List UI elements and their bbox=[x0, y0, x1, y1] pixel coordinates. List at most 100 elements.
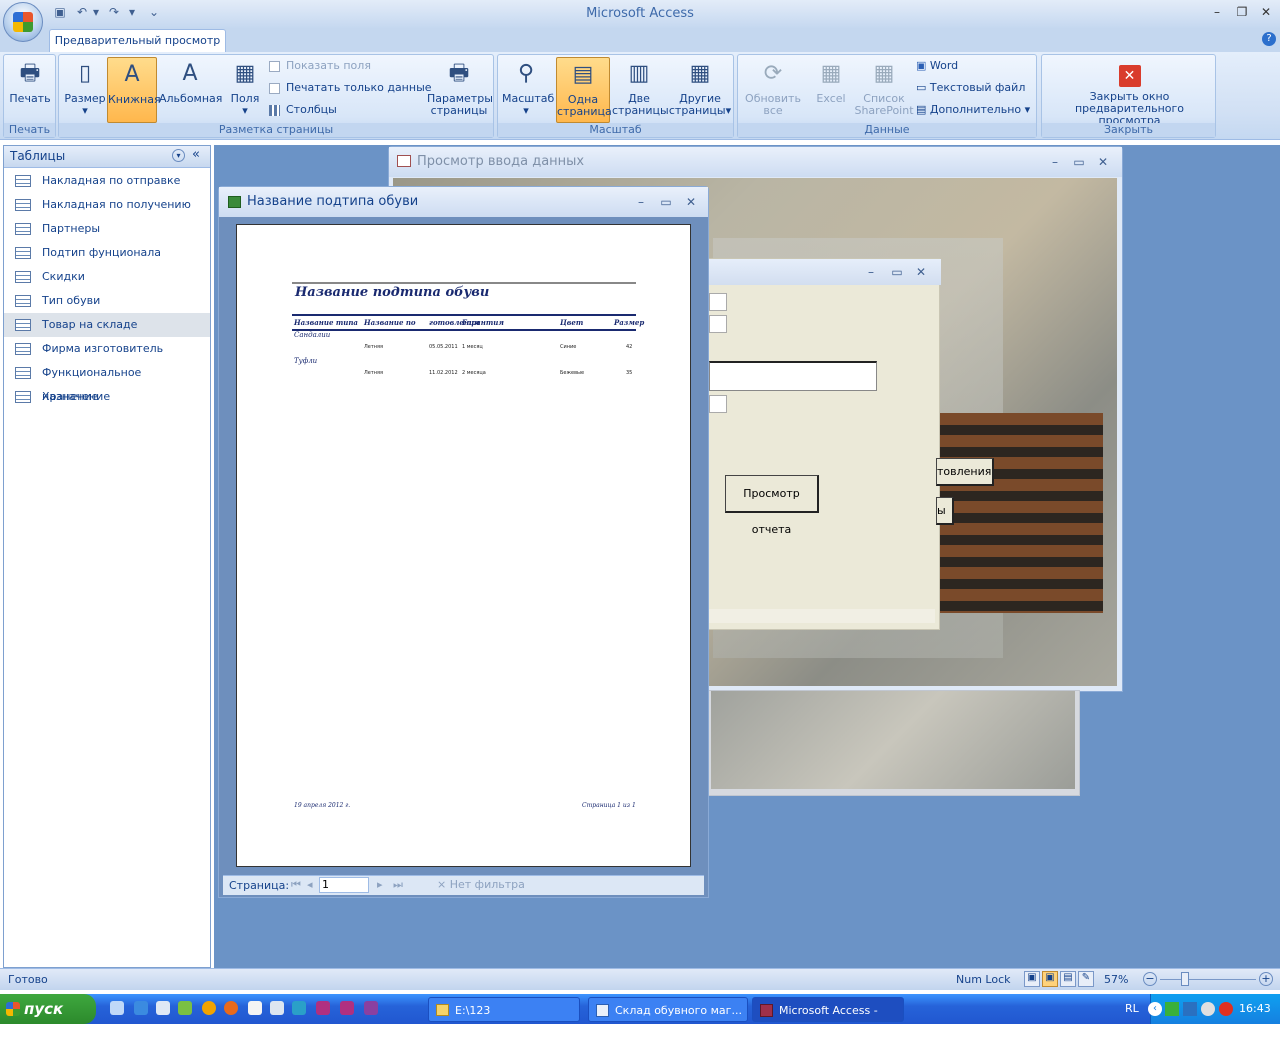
start-button[interactable]: пуск bbox=[0, 994, 96, 1024]
quicklaunch-icon-11[interactable] bbox=[340, 1001, 354, 1015]
nav-item[interactable]: Скидки bbox=[4, 265, 210, 289]
close-icon[interactable]: ✕ bbox=[1257, 5, 1275, 21]
nav-item-label: Накладная по получению bbox=[42, 198, 191, 211]
redo-icon[interactable]: ↷ bbox=[106, 5, 122, 21]
inner-minimize-icon[interactable]: – bbox=[861, 257, 881, 287]
tray-icon-4[interactable] bbox=[1219, 1002, 1233, 1016]
size-button[interactable]: ▯ Размер ▾ bbox=[61, 57, 109, 123]
zoom-slider[interactable] bbox=[1160, 979, 1256, 980]
quicklaunch-icon-12[interactable] bbox=[364, 1001, 378, 1015]
input-field-3[interactable] bbox=[709, 361, 877, 391]
inner-maximize-icon[interactable]: ▭ bbox=[887, 257, 907, 287]
columns-button[interactable]: Столбцы bbox=[269, 101, 337, 119]
close-preview-button[interactable]: ✕ Закрыть окно предварительного просмотра bbox=[1044, 57, 1215, 127]
two-pages-button[interactable]: ▥ Две страницы bbox=[612, 57, 669, 123]
print-preview-view-icon[interactable]: ▣ bbox=[1024, 971, 1040, 987]
taskbar-item-word[interactable]: Склад обувного маг... bbox=[588, 997, 748, 1022]
form-window-title[interactable]: Просмотр ввода данных bbox=[389, 147, 1122, 177]
view-report-button[interactable]: Просмотр отчета bbox=[725, 475, 819, 536]
input-field-2[interactable] bbox=[709, 315, 727, 333]
tray-expand-icon[interactable]: ‹ bbox=[1148, 1002, 1162, 1016]
show-fields-checkbox[interactable]: Показать поля bbox=[269, 57, 371, 75]
report-view-icon[interactable]: ▣ bbox=[1042, 971, 1058, 987]
group-page-layout: ▯ Размер ▾ A Книжная A Альбомная ▦ Поля ▾ Пока… bbox=[58, 54, 494, 138]
minimize-icon[interactable]: – bbox=[1208, 5, 1226, 21]
quicklaunch-icon-10[interactable] bbox=[316, 1001, 330, 1015]
form-minimize-icon[interactable]: – bbox=[1045, 147, 1065, 177]
last-page-icon[interactable]: ⏭ bbox=[393, 878, 403, 892]
zoom-slider-thumb[interactable] bbox=[1181, 972, 1189, 986]
more-pages-button[interactable]: ▦ Другие страницы▾ bbox=[668, 57, 732, 123]
zoom-button[interactable]: ⚲ Масштаб ▾ bbox=[502, 57, 554, 123]
tray-icon-2[interactable] bbox=[1183, 1002, 1197, 1016]
word-export-button[interactable]: ▣ Word bbox=[916, 57, 958, 75]
tray-icon-3[interactable] bbox=[1201, 1002, 1215, 1016]
refresh-all-button[interactable]: ⟳ Обновить все bbox=[742, 57, 804, 123]
office-button[interactable] bbox=[3, 2, 43, 42]
excel-export-button[interactable]: ▦ Excel bbox=[808, 57, 854, 123]
nav-item[interactable]: Хранение bbox=[4, 385, 210, 409]
nav-item[interactable]: Накладная по получению bbox=[4, 193, 210, 217]
form-button-partial[interactable]: ы bbox=[936, 497, 954, 525]
save-icon[interactable]: ▣ bbox=[52, 5, 68, 21]
prev-page-icon[interactable]: ◂ bbox=[307, 878, 313, 891]
nav-header[interactable]: Таблицы ▾ « bbox=[4, 146, 210, 168]
quicklaunch-icon-1[interactable] bbox=[110, 1001, 124, 1015]
help-icon[interactable]: ? bbox=[1262, 32, 1276, 46]
quicklaunch-icon-7[interactable] bbox=[248, 1001, 262, 1015]
manufacturer-button-partial[interactable]: товления bbox=[936, 458, 994, 486]
tray-icon-1[interactable] bbox=[1165, 1002, 1179, 1016]
margins-button[interactable]: ▦ Поля ▾ bbox=[221, 57, 269, 123]
input-field-4[interactable] bbox=[709, 395, 727, 413]
quicklaunch-icon-9[interactable] bbox=[292, 1001, 306, 1015]
one-page-button[interactable]: ▤ Одна страница bbox=[556, 57, 612, 123]
page-setup-button[interactable]: 🖶 Параметры страницы bbox=[427, 57, 493, 123]
zoom-out-icon[interactable]: − bbox=[1143, 972, 1157, 986]
tab-print-preview[interactable]: Предварительный просмотр bbox=[49, 29, 226, 53]
language-indicator[interactable]: RL bbox=[1125, 1002, 1139, 1015]
nav-item[interactable]: Подтип фунционала bbox=[4, 241, 210, 265]
report-close-icon[interactable]: ✕ bbox=[681, 187, 701, 217]
landscape-button[interactable]: A Альбомная bbox=[159, 57, 222, 123]
report-minimize-icon[interactable]: – bbox=[631, 187, 651, 217]
more-export-button[interactable]: ▤ Дополнительно ▾ bbox=[916, 101, 1030, 119]
ie-icon[interactable] bbox=[134, 1001, 148, 1015]
nav-item[interactable]: Товар на складе bbox=[4, 313, 210, 337]
nav-item[interactable]: Накладная по отправке bbox=[4, 169, 210, 193]
form-maximize-icon[interactable]: ▭ bbox=[1069, 147, 1089, 177]
nav-item[interactable]: Тип обуви bbox=[4, 289, 210, 313]
desktop-icon[interactable] bbox=[156, 1001, 170, 1015]
nav-item[interactable]: Партнеры bbox=[4, 217, 210, 241]
design-view-icon[interactable]: ✎ bbox=[1078, 971, 1094, 987]
layout-view-icon[interactable]: ▤ bbox=[1060, 971, 1076, 987]
nav-item[interactable]: Фирма изготовитель bbox=[4, 337, 210, 361]
page-number-input[interactable]: 1 bbox=[319, 877, 369, 893]
portrait-button[interactable]: A Книжная bbox=[107, 57, 161, 123]
quicklaunch-icon-8[interactable] bbox=[270, 1001, 284, 1015]
redo-dropdown-icon[interactable]: ▾ bbox=[124, 5, 140, 21]
nav-menu-icon[interactable]: ▾ bbox=[172, 149, 185, 162]
first-page-icon[interactable]: ⏮ bbox=[291, 878, 301, 892]
nav-item-label: Товар на складе bbox=[42, 318, 138, 331]
text-file-export-button[interactable]: ▭ Текстовый файл bbox=[916, 79, 1025, 97]
collapse-nav-icon[interactable]: « bbox=[192, 147, 200, 162]
report-maximize-icon[interactable]: ▭ bbox=[656, 187, 676, 217]
firefox-icon[interactable] bbox=[224, 1001, 238, 1015]
zoom-in-icon[interactable]: + bbox=[1259, 972, 1273, 986]
input-field-1[interactable] bbox=[709, 293, 727, 311]
nav-item[interactable]: Функциональное назначение bbox=[4, 361, 210, 403]
form-close-icon[interactable]: ✕ bbox=[1093, 147, 1113, 177]
sharepoint-list-button[interactable]: ▦ Список SharePoint bbox=[854, 57, 914, 123]
print-button[interactable]: 🖶 Печать bbox=[6, 57, 54, 123]
taskbar-item-access[interactable]: Microsoft Access - Ку... bbox=[752, 997, 904, 1042]
inner-close-icon[interactable]: ✕ bbox=[911, 257, 931, 287]
quicklaunch-icon-5[interactable] bbox=[202, 1001, 216, 1015]
taskbar-item-folder[interactable]: E:\123 bbox=[428, 997, 580, 1022]
undo-dropdown-icon[interactable]: ▾ bbox=[88, 5, 104, 21]
print-data-only-checkbox[interactable]: Печатать только данные bbox=[269, 79, 432, 97]
customize-qat-icon[interactable]: ⌄ bbox=[146, 5, 162, 21]
restore-icon[interactable]: ❐ bbox=[1233, 5, 1251, 21]
next-page-icon[interactable]: ▸ bbox=[377, 878, 383, 891]
quicklaunch-icon-4[interactable] bbox=[178, 1001, 192, 1015]
filter-indicator[interactable]: ⨯ Нет фильтра bbox=[437, 878, 525, 891]
